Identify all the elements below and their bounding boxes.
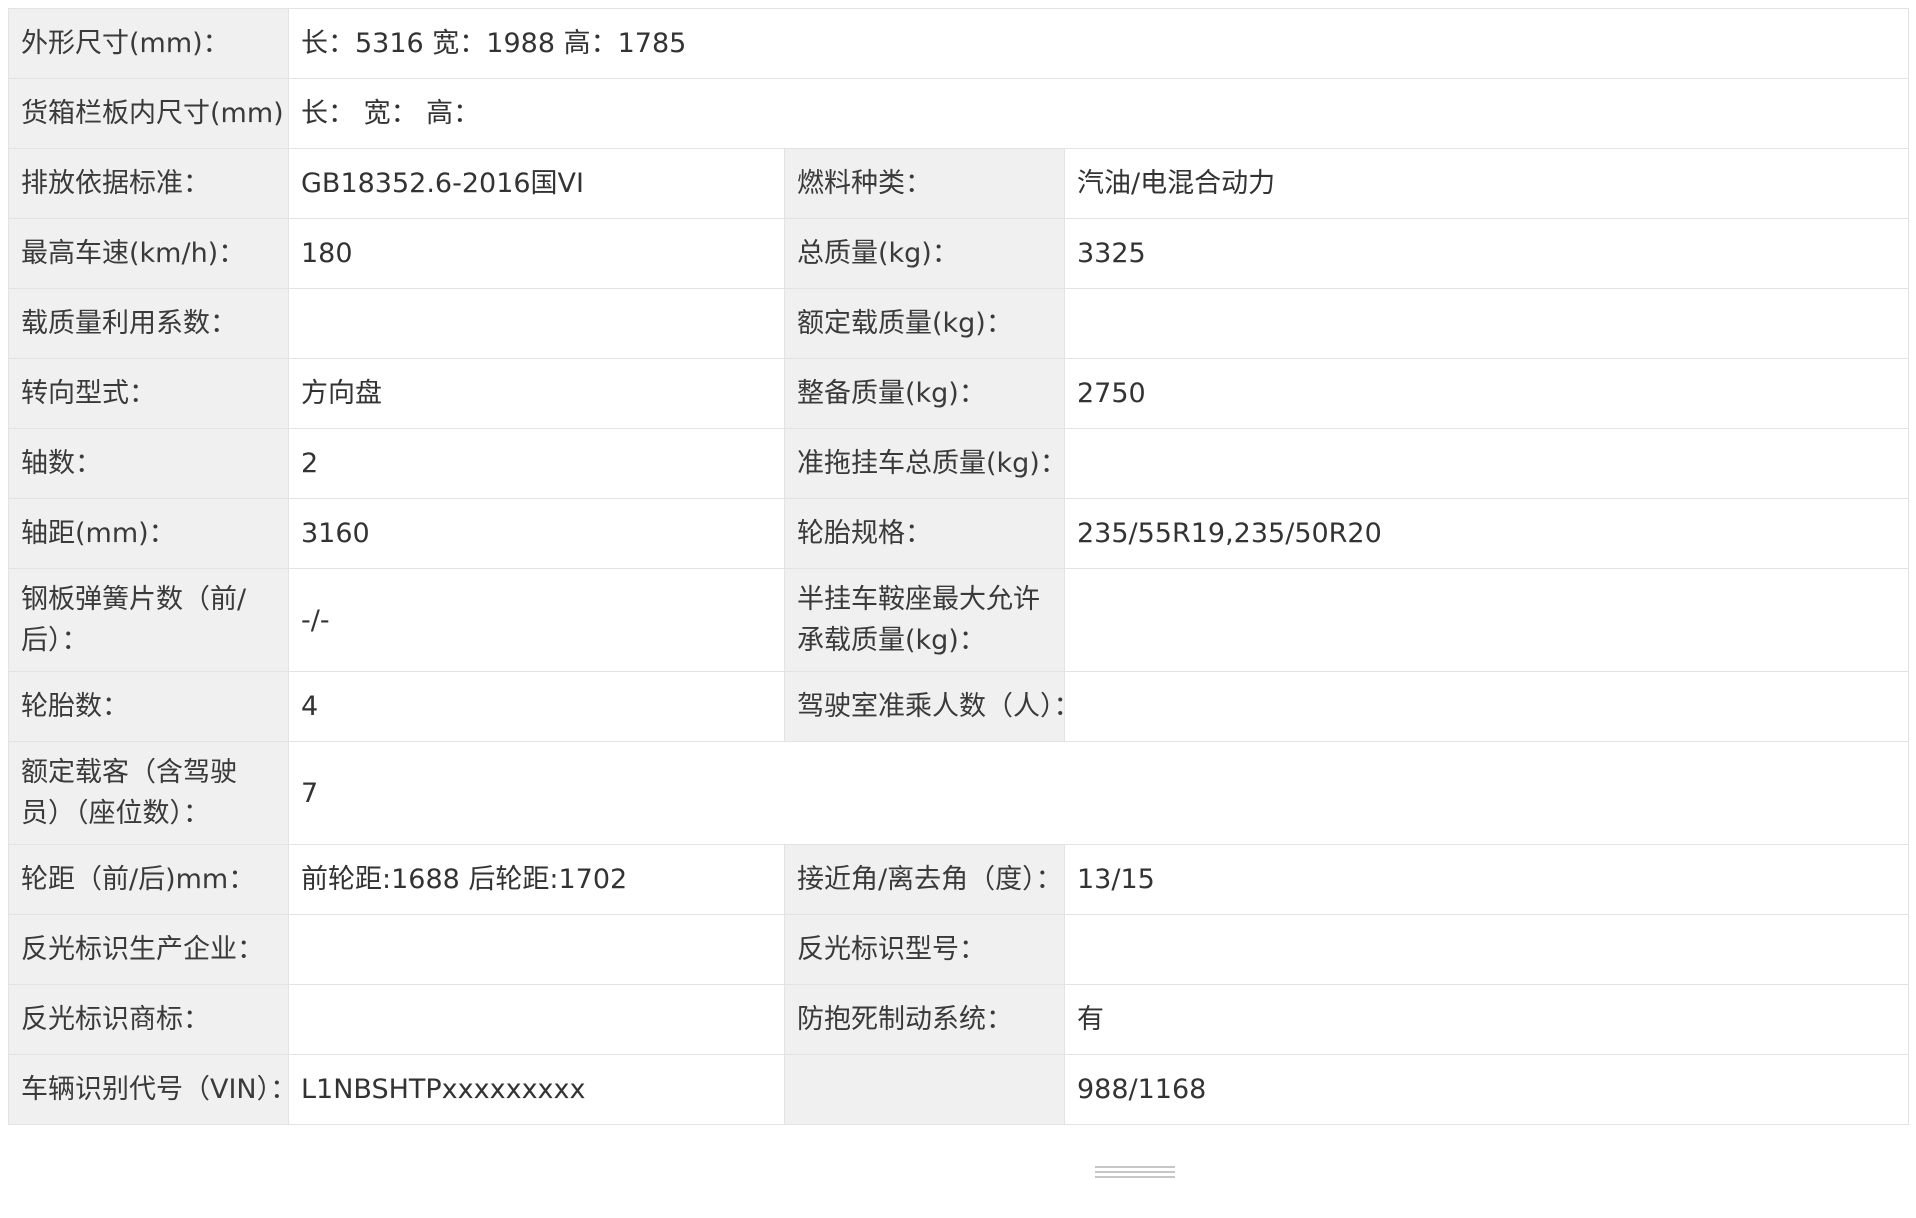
value-cab-occupants: [1063, 671, 1910, 742]
label-approach-departure-angle: 接近角/离去角（度）：: [784, 844, 1065, 915]
value-reflector-manufacturer: [288, 914, 785, 985]
label-reflector-manufacturer: 反光标识生产企业：: [8, 914, 289, 985]
label-fifth-wheel-load: 半挂车鞍座最大允许承载质量(kg)：: [784, 568, 1065, 672]
value-curb-mass: 2750: [1063, 358, 1910, 429]
label-abs-system: 防抱死制动系统：: [784, 984, 1065, 1055]
value-tire-count: 4: [288, 671, 785, 742]
label-curb-mass: 整备质量(kg)：: [784, 358, 1065, 429]
value-fifth-wheel-load: [1063, 568, 1910, 672]
label-obscured: [784, 1054, 1065, 1125]
table-row: 车辆识别代号（VIN）： L1NBSHTPxxxxxxxxx 988/1168: [8, 1054, 1910, 1125]
label-trailer-mass: 准拖挂车总质量(kg)：: [784, 428, 1065, 499]
table-row: 轮距（前/后)mm： 前轮距:1688 后轮距:1702 接近角/离去角（度）：…: [8, 844, 1910, 915]
value-tire-spec: 235/55R19,235/50R20: [1063, 498, 1910, 569]
value-vin-extra: 988/1168: [1063, 1054, 1910, 1125]
value-steering-type: 方向盘: [288, 358, 785, 429]
value-trailer-mass: [1063, 428, 1910, 499]
value-load-utilization: [288, 288, 785, 359]
label-emission-standard: 排放依据标准：: [8, 148, 289, 219]
table-row: 额定载客（含驾驶员）（座位数）： 7: [8, 741, 1910, 845]
label-wheelbase: 轴距(mm)：: [8, 498, 289, 569]
table-row: 轮胎数： 4 驾驶室准乘人数（人）：: [8, 671, 1910, 742]
label-track-width: 轮距（前/后)mm：: [8, 844, 289, 915]
value-reflector-brand: [288, 984, 785, 1055]
value-track-width: 前轮距:1688 后轮距:1702: [288, 844, 785, 915]
label-max-speed: 最高车速(km/h)：: [8, 218, 289, 289]
table-row: 轴数： 2 准拖挂车总质量(kg)：: [8, 428, 1910, 499]
value-leaf-spring-count: -/-: [288, 568, 785, 672]
label-cargo-box-dimensions: 货箱栏板内尺寸(mm)：: [8, 78, 289, 149]
table-row: 轴距(mm)： 3160 轮胎规格： 235/55R19,235/50R20: [8, 498, 1910, 569]
table-row: 货箱栏板内尺寸(mm)： 长： 宽： 高：: [8, 78, 1910, 149]
value-vin: L1NBSHTPxxxxxxxxx: [288, 1054, 785, 1125]
label-leaf-spring-count: 钢板弹簧片数（前/后）：: [8, 568, 289, 672]
value-axle-count: 2: [288, 428, 785, 499]
table-row: 载质量利用系数： 额定载质量(kg)：: [8, 288, 1910, 359]
value-reflector-model: [1063, 914, 1910, 985]
value-max-speed: 180: [288, 218, 785, 289]
value-emission-standard: GB18352.6-2016国VI: [288, 148, 785, 219]
label-cab-occupants: 驾驶室准乘人数（人）：: [784, 671, 1065, 742]
value-rated-load: [1063, 288, 1910, 359]
table-row: 外形尺寸(mm)： 长：5316 宽：1988 高：1785: [8, 8, 1910, 79]
label-total-mass: 总质量(kg)：: [784, 218, 1065, 289]
label-reflector-brand: 反光标识商标：: [8, 984, 289, 1055]
value-abs-system: 有: [1063, 984, 1910, 1055]
label-vin: 车辆识别代号（VIN）：: [8, 1054, 289, 1125]
vehicle-spec-table: 外形尺寸(mm)： 长：5316 宽：1988 高：1785 货箱栏板内尺寸(m…: [8, 8, 1910, 1125]
value-fuel-type: 汽油/电混合动力: [1063, 148, 1910, 219]
label-fuel-type: 燃料种类：: [784, 148, 1065, 219]
value-total-mass: 3325: [1063, 218, 1910, 289]
label-tire-spec: 轮胎规格：: [784, 498, 1065, 569]
table-row: 排放依据标准： GB18352.6-2016国VI 燃料种类： 汽油/电混合动力: [8, 148, 1910, 219]
label-steering-type: 转向型式：: [8, 358, 289, 429]
table-row: 最高车速(km/h)： 180 总质量(kg)： 3325: [8, 218, 1910, 289]
label-axle-count: 轴数：: [8, 428, 289, 499]
table-row: 钢板弹簧片数（前/后）： -/- 半挂车鞍座最大允许承载质量(kg)：: [8, 568, 1910, 672]
value-cargo-box-dimensions: 长： 宽： 高：: [287, 78, 1910, 149]
table-row: 转向型式： 方向盘 整备质量(kg)： 2750: [8, 358, 1910, 429]
table-row: 反光标识商标： 防抱死制动系统： 有: [8, 984, 1910, 1055]
label-rated-passengers: 额定载客（含驾驶员）（座位数）：: [8, 741, 289, 845]
value-exterior-dimensions: 长：5316 宽：1988 高：1785: [287, 8, 1910, 79]
table-row: 反光标识生产企业： 反光标识型号：: [8, 914, 1910, 985]
label-exterior-dimensions: 外形尺寸(mm)：: [8, 8, 289, 79]
label-reflector-model: 反光标识型号：: [784, 914, 1065, 985]
value-approach-departure-angle: 13/15: [1063, 844, 1910, 915]
value-rated-passengers: 7: [287, 741, 1910, 845]
label-tire-count: 轮胎数：: [8, 671, 289, 742]
label-rated-load: 额定载质量(kg)：: [784, 288, 1065, 359]
watermark-lines: [1095, 1166, 1175, 1180]
label-load-utilization: 载质量利用系数：: [8, 288, 289, 359]
value-wheelbase: 3160: [288, 498, 785, 569]
